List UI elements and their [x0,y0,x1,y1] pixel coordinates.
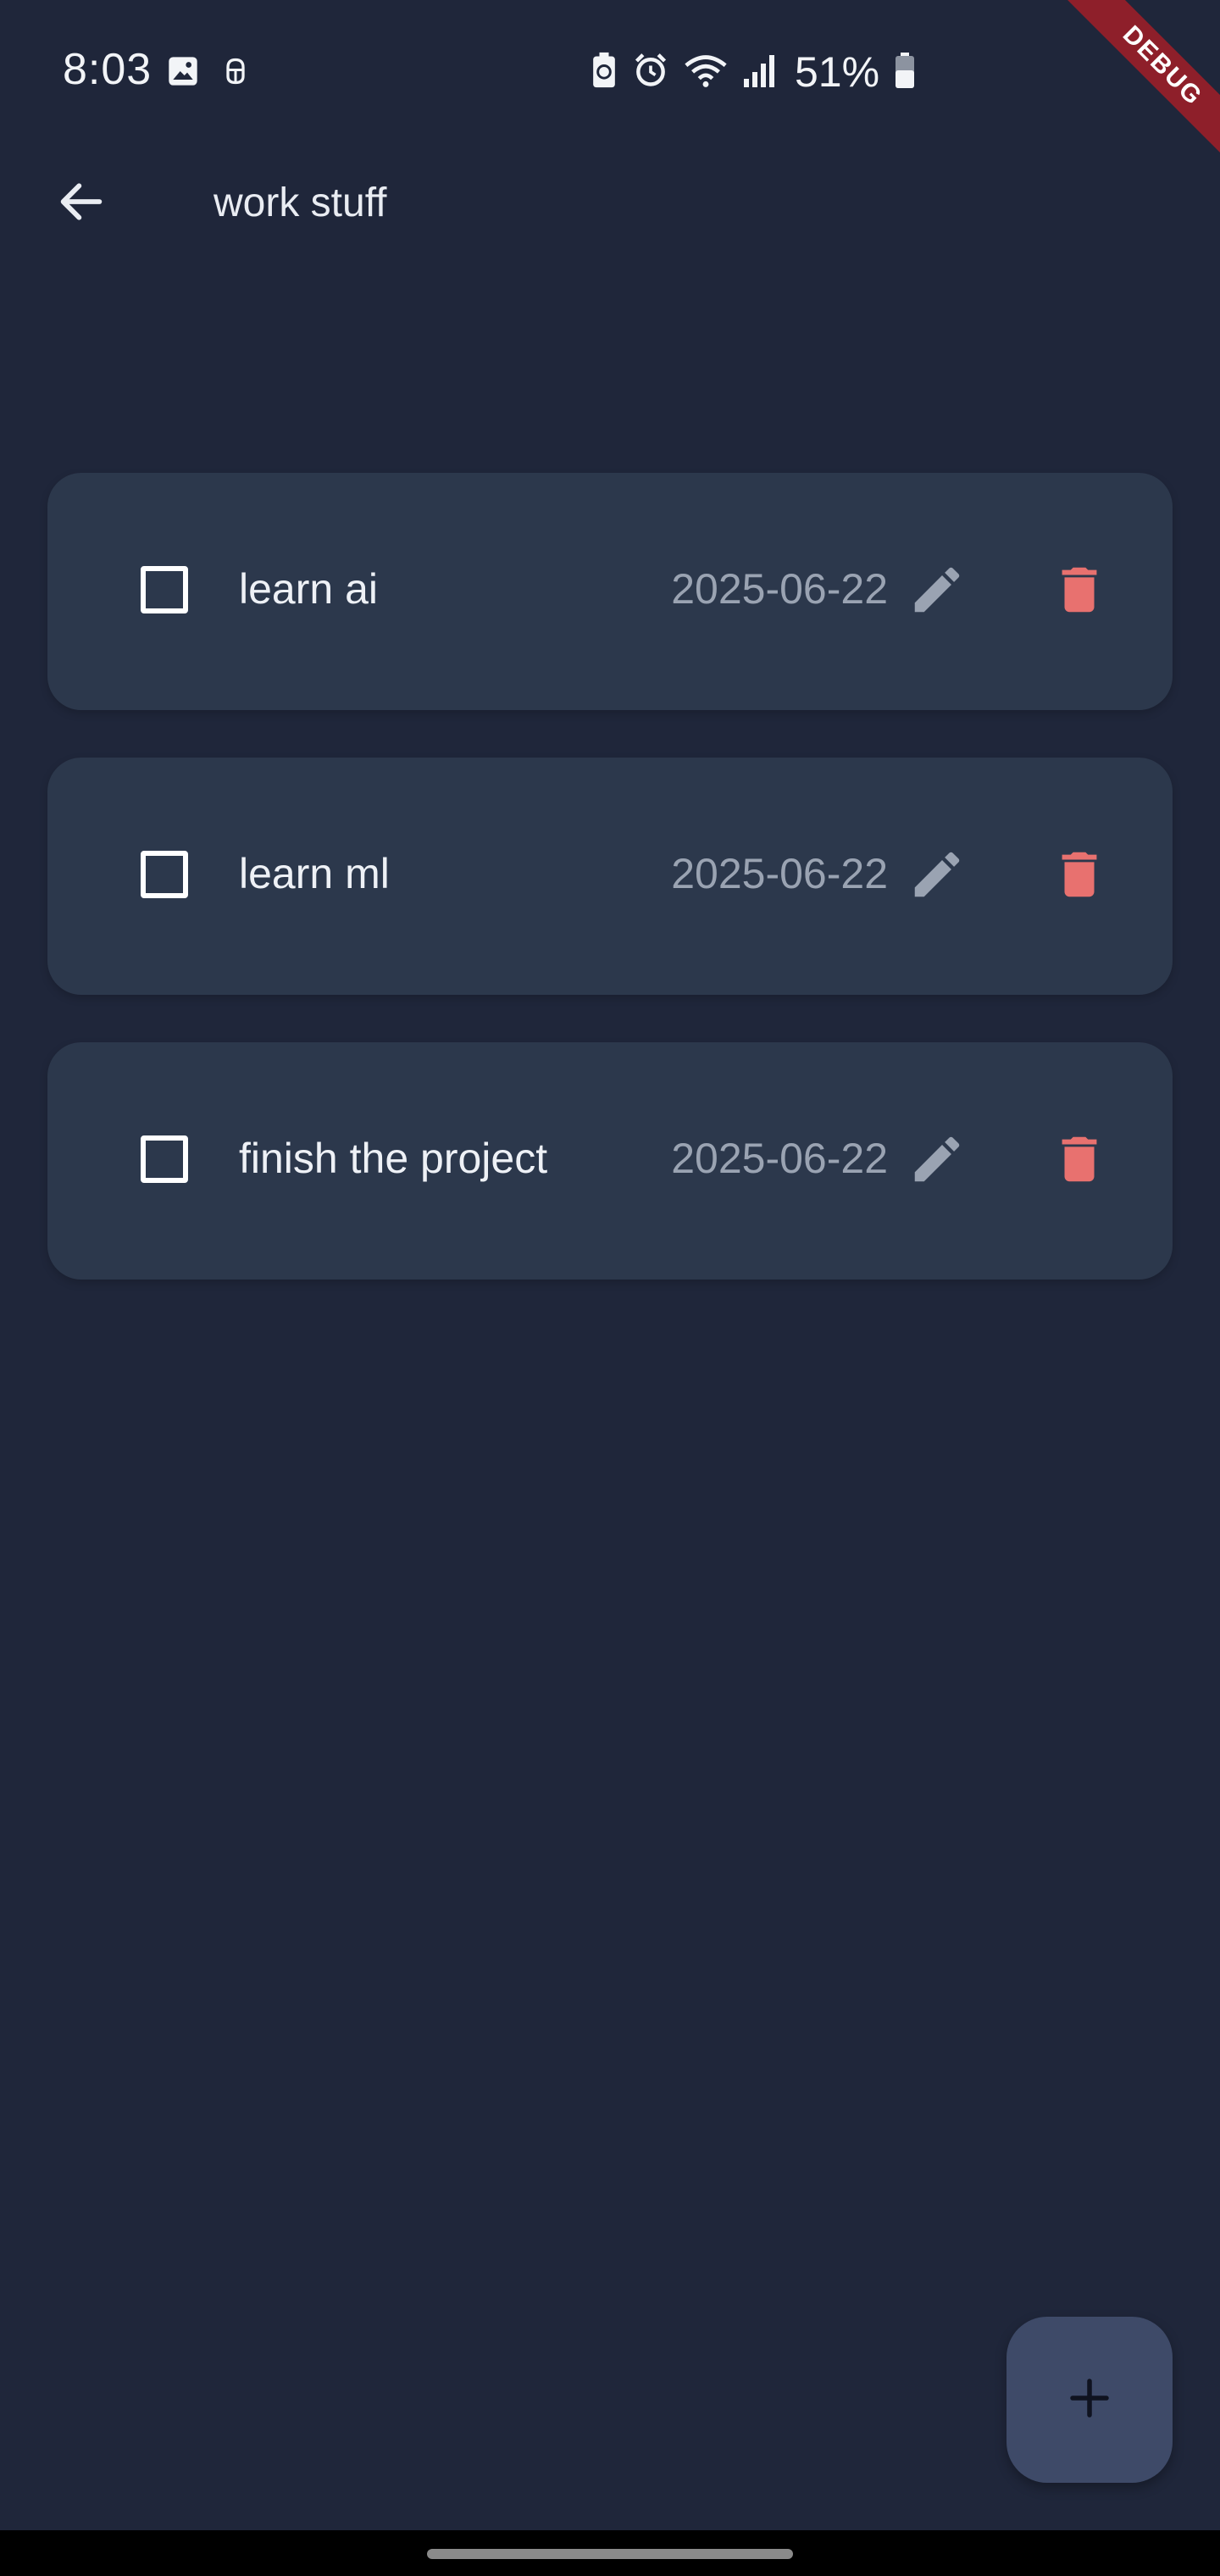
task-card: learn ml 2025-06-22 [47,758,1173,995]
image-icon [166,54,200,92]
android-debug-icon [220,54,251,92]
add-task-button[interactable] [1006,2317,1173,2483]
task-card: learn ai 2025-06-22 [47,473,1173,710]
task-date: 2025-06-22 [671,1135,888,1182]
status-right-icons: 51% [590,47,917,97]
delete-button[interactable] [1045,1127,1113,1195]
pencil-icon [907,1130,967,1193]
task-checkbox[interactable] [141,851,188,898]
trash-icon [1050,560,1109,624]
trash-icon [1050,1130,1109,1193]
task-label: learn ml [239,850,390,897]
task-date: 2025-06-22 [671,850,888,897]
page-title: work stuff [214,180,387,225]
edit-button[interactable] [903,558,971,625]
status-left-icons [166,54,251,92]
task-card: finish the project 2025-06-22 [47,1042,1173,1280]
signal-icon [742,52,776,93]
task-checkbox[interactable] [141,1135,188,1183]
edit-button[interactable] [903,842,971,910]
battery-saver-icon [590,52,618,93]
task-list: learn ai 2025-06-22 learn ml 2025-06-22 [47,473,1173,1327]
edit-button[interactable] [903,1127,971,1195]
task-label: learn ai [239,565,378,613]
delete-button[interactable] [1045,558,1113,625]
battery-percent: 51% [795,48,880,96]
battery-icon [893,52,917,93]
pencil-icon [907,560,967,624]
arrow-back-icon [54,175,108,233]
status-time: 8:03 [63,45,152,94]
add-icon [1064,2373,1115,2428]
status-bar: 8:03 51% [0,0,1220,144]
task-checkbox[interactable] [141,566,188,613]
delete-button[interactable] [1045,842,1113,910]
home-indicator[interactable] [427,2549,793,2559]
alarm-icon [632,52,669,93]
wifi-icon [683,52,729,93]
back-button[interactable] [47,169,115,237]
pencil-icon [907,845,967,908]
trash-icon [1050,845,1109,908]
system-nav-bar [0,2530,1220,2576]
task-date: 2025-06-22 [671,565,888,613]
task-label: finish the project [239,1135,548,1182]
app-bar: work stuff [0,144,1220,263]
